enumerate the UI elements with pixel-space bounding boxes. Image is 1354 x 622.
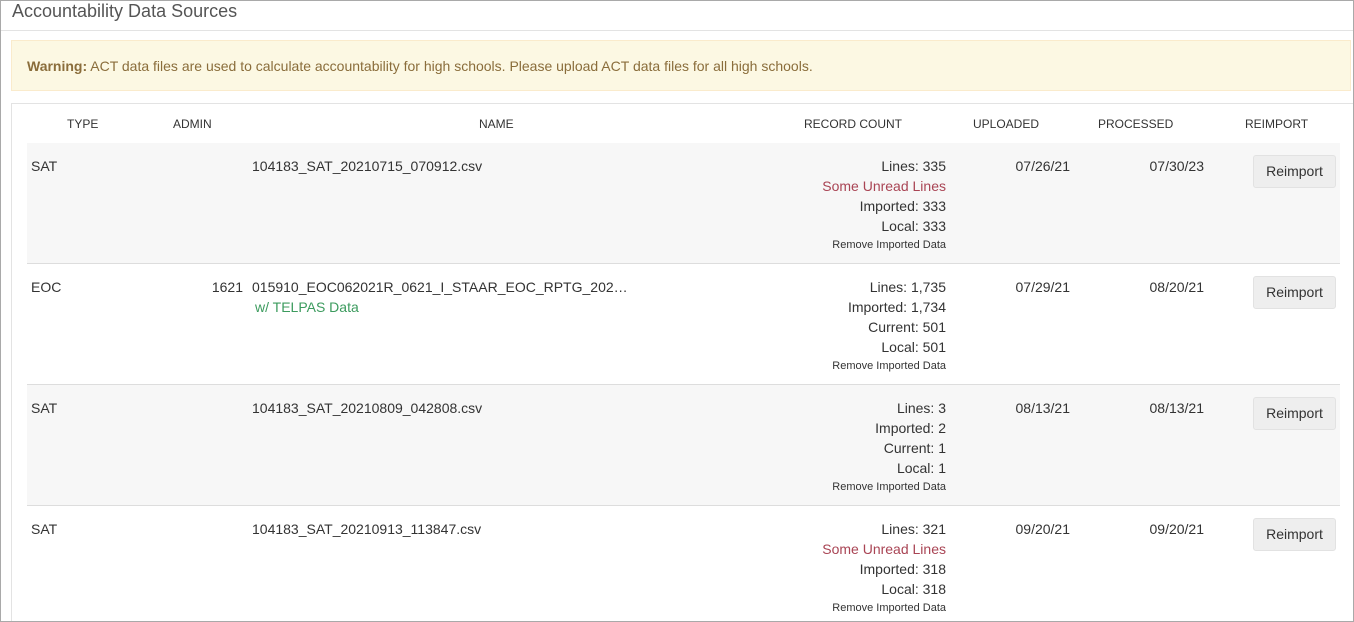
row-record-count: Lines: 3 Imported: 2 Current: 1 Local: 1 Rem… (832, 398, 946, 496)
record-count-line: Imported: 333 (859, 198, 946, 214)
record-count-line: Current: 501 (868, 319, 946, 335)
warning-label: Warning: (27, 58, 88, 74)
row-type: EOC (31, 279, 62, 295)
row-uploaded-date: 08/13/21 (1015, 400, 1071, 416)
row-name-cell: 104183_SAT_20210715_070912.csv (252, 156, 482, 176)
row-processed-date: 08/13/21 (1149, 400, 1205, 416)
record-count-line: Lines: 335 (881, 158, 946, 174)
record-count-line: Local: 1 (896, 460, 946, 476)
table-row: SAT 104183_SAT_20210715_070912.csv Lines: … (27, 143, 1340, 264)
remove-imported-data-link[interactable]: Remove Imported Data (822, 236, 946, 254)
table-row: SAT 104183_SAT_20210913_113847.csv Lines: … (27, 506, 1340, 621)
data-sources-table: TYPE ADMIN NAME RECORD COUNT UPLOADED PR… (11, 103, 1353, 621)
row-processed-date: 07/30/23 (1149, 158, 1205, 174)
table-row: EOC 1621 015910_EOC062021R_0621_I_STAAR_EO… (27, 264, 1340, 385)
remove-imported-data-link[interactable]: Remove Imported Data (832, 478, 946, 496)
remove-imported-data-link[interactable]: Remove Imported Data (822, 599, 946, 617)
row-admin: 1621 (211, 279, 243, 295)
record-count-line: Imported: 318 (859, 561, 946, 577)
table-header: TYPE ADMIN NAME RECORD COUNT UPLOADED PR… (27, 104, 1340, 144)
row-type: SAT (31, 521, 58, 537)
record-count-line: Local: 501 (881, 339, 946, 355)
title-divider (1, 30, 1353, 31)
reimport-button[interactable]: Reimport (1253, 276, 1336, 309)
row-processed-date: 09/20/21 (1149, 521, 1205, 537)
row-uploaded-date: 07/26/21 (1015, 158, 1071, 174)
header-uploaded[interactable]: UPLOADED (973, 117, 1039, 131)
warning-alert: Warning: ACT data files are used to calc… (11, 40, 1351, 91)
row-type: SAT (31, 400, 58, 416)
record-count-line: Imported: 2 (875, 420, 946, 436)
record-count-line: Imported: 1,734 (847, 299, 946, 315)
row-name-cell: 015910_EOC062021R_0621_I_STAAR_EOC_RPTG_… (252, 277, 628, 317)
page-title: Accountability Data Sources (12, 1, 238, 21)
reimport-button[interactable]: Reimport (1253, 397, 1336, 430)
header-name[interactable]: NAME (479, 117, 514, 131)
remove-imported-data-link[interactable]: Remove Imported Data (832, 357, 946, 375)
row-uploaded-date: 07/29/21 (1015, 279, 1071, 295)
header-admin[interactable]: ADMIN (173, 117, 212, 131)
record-count-line: Lines: 321 (881, 521, 946, 537)
table-row: SAT 104183_SAT_20210809_042808.csv Lines: … (27, 385, 1340, 506)
record-count-line: Current: 1 (883, 440, 946, 456)
row-telpas-label: w/ TELPAS Data (255, 299, 359, 315)
row-record-count: Lines: 321 Some Unread Lines Imported: 318… (822, 519, 946, 617)
row-file-name: 104183_SAT_20210913_113847.csv (252, 521, 482, 537)
row-record-count: Lines: 1,735 Imported: 1,734 Current: 501 L… (832, 277, 946, 375)
record-count-line: Lines: 1,735 (869, 279, 946, 295)
reimport-button[interactable]: Reimport (1253, 155, 1336, 188)
data-sources-panel: Accountability Data Sources Warning: ACT… (0, 0, 1354, 622)
row-type: SAT (31, 158, 58, 174)
record-count-line: Local: 318 (881, 581, 946, 597)
row-record-count: Lines: 335 Some Unread Lines Imported: 333… (822, 156, 946, 254)
row-name-cell: 104183_SAT_20210913_113847.csv (252, 519, 481, 539)
header-type[interactable]: TYPE (67, 117, 98, 131)
header-reimport[interactable]: REIMPORT (1245, 117, 1308, 131)
header-processed[interactable]: PROCESSED (1098, 117, 1173, 131)
warning-message: ACT data files are used to calculate acc… (87, 58, 813, 74)
unread-lines-notice: Some Unread Lines (822, 178, 946, 194)
record-count-line: Lines: 3 (896, 400, 946, 416)
reimport-button[interactable]: Reimport (1253, 518, 1336, 551)
row-uploaded-date: 09/20/21 (1015, 521, 1071, 537)
record-count-line: Local: 333 (881, 218, 946, 234)
row-name-cell: 104183_SAT_20210809_042808.csv (252, 398, 482, 418)
row-processed-date: 08/20/21 (1149, 279, 1205, 295)
row-file-name: 104183_SAT_20210809_042808.csv (252, 400, 483, 416)
header-record-count[interactable]: RECORD COUNT (804, 117, 902, 131)
unread-lines-notice: Some Unread Lines (822, 541, 946, 557)
row-file-name: 104183_SAT_20210715_070912.csv (252, 158, 483, 174)
row-file-name: 015910_EOC062021R_0621_I_STAAR_EOC_RPTG_… (252, 279, 628, 295)
